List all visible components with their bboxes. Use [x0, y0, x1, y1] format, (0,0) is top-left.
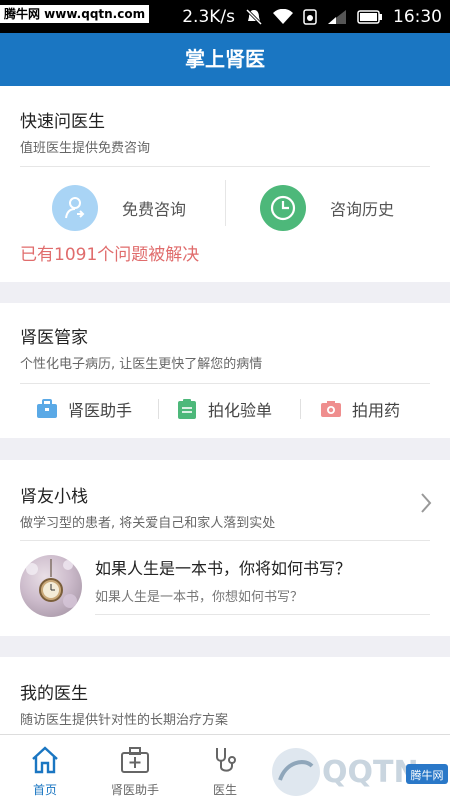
tab-label: 医生: [212, 783, 237, 797]
divider: [20, 166, 430, 167]
divider: [95, 614, 430, 615]
my-doctor-subtitle: 随访医生提供针对性的长期治疗方案: [20, 713, 229, 728]
solved-count-text: 已有1091个问题被解决: [20, 245, 200, 265]
kidney-manager-title: 肾医管家: [20, 328, 88, 348]
free-consult-label: 免费咨询: [122, 200, 187, 219]
kidney-friends-card[interactable]: 肾友小栈 做学习型的患者, 将关爱自己和家人落到实处 如果人生是一本书，你将如何…: [0, 460, 450, 636]
consult-history-label: 咨询历史: [330, 200, 395, 219]
network-speed: 2.3K/s: [182, 6, 235, 27]
consult-person-icon: [52, 185, 98, 231]
tab-doctor[interactable]: 医生: [180, 735, 270, 800]
divider: [300, 399, 301, 419]
tool-label: 肾医助手: [68, 401, 133, 420]
status-bar: 腾牛网 www.qqtn.com 2.3K/s 16:30: [0, 0, 450, 33]
article-title: 如果人生是一本书，你将如何书写？: [95, 559, 352, 578]
quick-ask-title: 快速问医生: [20, 112, 105, 132]
briefcase-icon: [36, 398, 58, 420]
camera-icon: [320, 398, 342, 420]
divider: [225, 180, 226, 226]
tool-label: 拍化验单: [208, 401, 273, 420]
quick-ask-subtitle: 值班医生提供免费咨询: [20, 141, 151, 156]
kidney-friends-title: 肾友小栈: [20, 487, 88, 507]
medical-kit-icon: [120, 745, 150, 775]
kidney-assistant-button[interactable]: 肾医助手: [36, 395, 132, 423]
mute-icon: [245, 8, 263, 26]
article-thumbnail: [20, 555, 82, 617]
app-header: 掌上肾医: [0, 33, 450, 86]
article-subtitle: 如果人生是一本书，你想如何书写？: [95, 590, 304, 605]
clock: 16:30: [393, 6, 442, 27]
watermark-brand-text: QQTN: [322, 755, 419, 790]
my-doctor-title: 我的医生: [20, 684, 88, 704]
quick-ask-card: 快速问医生 值班医生提供免费咨询 免费咨询 咨询历史 已有1091个问题被解决: [0, 86, 450, 282]
wifi-icon: [273, 8, 293, 25]
watermark-text: 腾牛网 www.qqtn.com: [0, 5, 150, 23]
photo-medication-button[interactable]: 拍用药: [320, 395, 400, 423]
my-doctor-card[interactable]: 我的医生 随访医生提供针对性的长期治疗方案: [0, 657, 450, 737]
photo-lab-report-button[interactable]: 拍化验单: [176, 395, 272, 423]
consult-history-button[interactable]: 咨询历史: [260, 180, 394, 236]
tab-home[interactable]: 首页: [0, 735, 90, 800]
clock-icon: [260, 185, 306, 231]
divider: [158, 399, 159, 419]
clipboard-icon: [176, 398, 198, 420]
chevron-right-icon[interactable]: [420, 492, 432, 518]
tab-kidney-assistant[interactable]: 肾医助手: [90, 735, 180, 800]
signal-icon: [327, 9, 347, 25]
home-icon: [30, 745, 60, 775]
battery-icon: [357, 9, 383, 24]
watermark-badge-text: 腾牛网: [411, 768, 444, 782]
tab-label: 首页: [32, 783, 57, 797]
tool-label: 拍用药: [352, 401, 401, 420]
stethoscope-icon: [210, 745, 240, 775]
kidney-manager-subtitle: 个性化电子病历, 让医生更快了解您的病情: [20, 357, 263, 372]
sim-icon: [303, 8, 317, 25]
kidney-friends-subtitle: 做学习型的患者, 将关爱自己和家人落到实处: [20, 516, 276, 531]
free-consult-button[interactable]: 免费咨询: [52, 180, 186, 236]
page-title: 掌上肾医: [185, 47, 265, 71]
kidney-manager-card: 肾医管家 个性化电子病历, 让医生更快了解您的病情 肾医助手 拍化验单 拍用药: [0, 303, 450, 438]
brand-watermark: QQTN 腾牛网: [268, 736, 450, 800]
divider: [20, 383, 430, 384]
tab-label: 肾医助手: [110, 783, 159, 797]
divider: [20, 540, 430, 541]
